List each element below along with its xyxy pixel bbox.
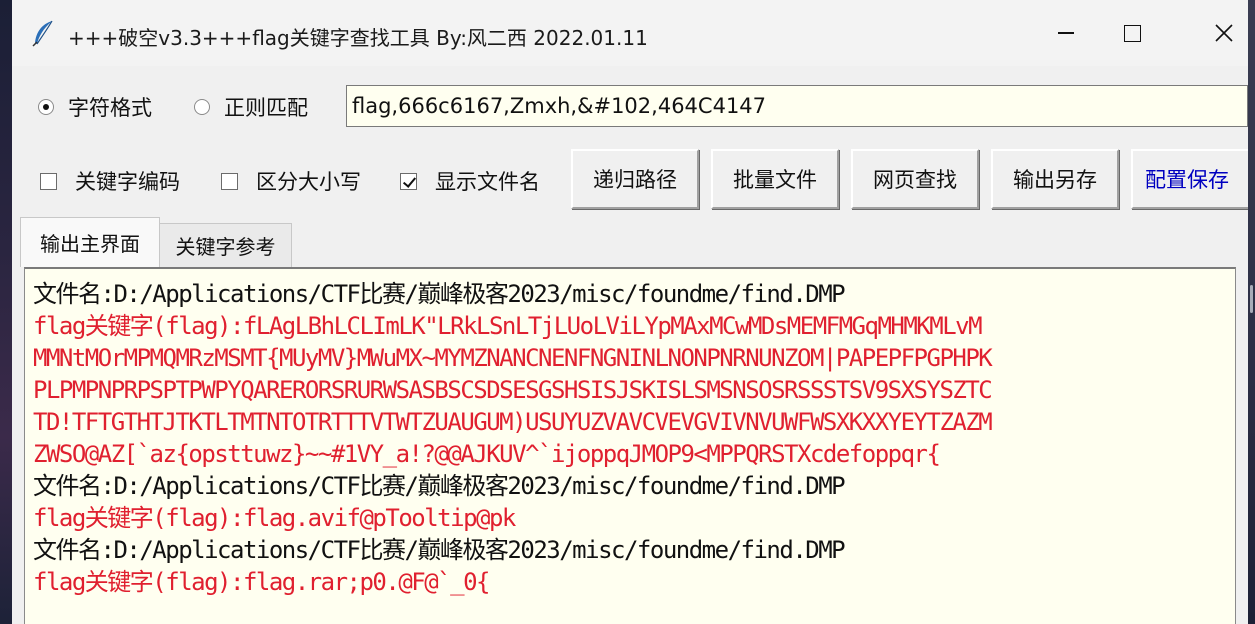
tab-keyword-reference[interactable]: 关键字参考: [160, 223, 292, 267]
output-line-filename: 文件名:D:/Applications/CTF比赛/巅峰极客2023/misc/…: [33, 536, 846, 564]
batch-files-button[interactable]: 批量文件: [711, 149, 839, 209]
app-window: +++破空v3.3+++flag关键字查找工具 By:风二西 2022.01.1…: [12, 0, 1248, 624]
minimize-icon: [1058, 32, 1074, 34]
output-line-flag-match: PLPMPNPRPSPTPWPYQARERORSRURWSASBSCSDSESG…: [33, 376, 993, 404]
keywords-input[interactable]: [346, 85, 1248, 127]
radio-circle[interactable]: [194, 99, 210, 115]
save-output-button[interactable]: 输出另存: [991, 149, 1119, 209]
output-line-flag-match: flag关键字(flag):flag.avif@pTooltip@pk: [33, 504, 516, 532]
tab-output-main[interactable]: 输出主界面: [20, 217, 160, 267]
output-text-area[interactable]: 文件名:D:/Applications/CTF比赛/巅峰极客2023/misc/…: [24, 267, 1236, 624]
output-line-flag-match: TD!TFTGTHTJTKTLTMTNTOTRTTTVTWTZUAUGUM)US…: [33, 408, 993, 436]
radio-label: 字符格式: [68, 96, 152, 120]
output-line-filename: 文件名:D:/Applications/CTF比赛/巅峰极客2023/misc/…: [33, 280, 846, 308]
output-line-flag-match: ZWSO@AZ[`az{opsttuwz}~~#1VY_a!?@@AJKUV^`…: [33, 440, 941, 468]
radio-string-format[interactable]: 字符格式: [38, 92, 152, 122]
save-config-button[interactable]: 配置保存: [1131, 149, 1248, 209]
output-line-flag-match: MMNtMOrMPMQMRzMSMT{MUyMV}MWuMX~MYMZNANCN…: [33, 344, 993, 372]
recursive-path-button[interactable]: 递归路径: [571, 149, 699, 209]
radio-regex-match[interactable]: 正则匹配: [194, 92, 308, 122]
output-line-flag-match: flag关键字(flag):fLAgLBhLCLImLK"LRkLSnLTjLU…: [33, 312, 983, 340]
output-line-filename: 文件名:D:/Applications/CTF比赛/巅峰极客2023/misc/…: [33, 472, 846, 500]
radio-circle[interactable]: [38, 99, 54, 115]
web-search-button[interactable]: 网页查找: [851, 149, 979, 209]
close-icon: [1215, 24, 1233, 42]
window-title: +++破空v3.3+++flag关键字查找工具 By:风二西 2022.01.1…: [68, 26, 648, 50]
maximize-button[interactable]: [1102, 10, 1162, 56]
checkbox-case-sensitive[interactable]: 区分大小写: [221, 166, 361, 196]
checkbox-box[interactable]: [400, 172, 417, 190]
checkbox-box[interactable]: [40, 172, 57, 190]
desktop-background-right: [1247, 0, 1255, 624]
output-line-flag-match: flag关键字(flag):flag.rar;p0.@F@`_0{: [33, 568, 490, 596]
desktop-background-left: [0, 0, 12, 624]
checkbox-keyword-encoding[interactable]: 关键字编码: [40, 166, 180, 196]
minimize-button[interactable]: [1036, 10, 1096, 56]
checkbox-label: 区分大小写: [256, 170, 361, 194]
maximize-icon: [1123, 24, 1141, 42]
checkbox-box[interactable]: [221, 172, 238, 190]
desktop-scroll-indicator: [1250, 285, 1253, 313]
checkbox-label: 关键字编码: [75, 170, 180, 194]
checkbox-show-filename[interactable]: 显示文件名: [400, 166, 540, 196]
close-button[interactable]: [1194, 10, 1248, 56]
feather-icon: [28, 18, 58, 48]
radio-label: 正则匹配: [224, 96, 308, 120]
title-bar[interactable]: +++破空v3.3+++flag关键字查找工具 By:风二西 2022.01.1…: [12, 0, 1248, 66]
checkbox-label: 显示文件名: [435, 170, 540, 194]
